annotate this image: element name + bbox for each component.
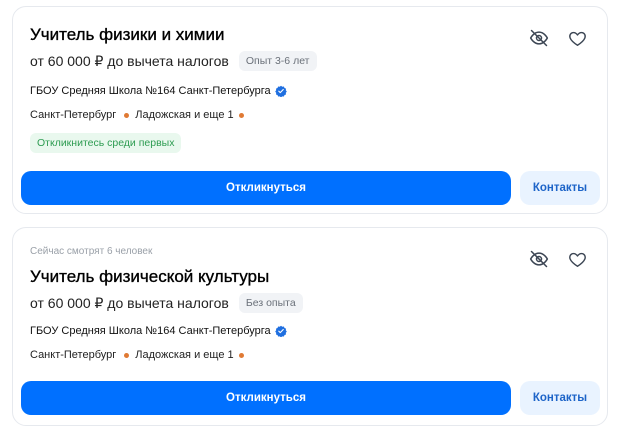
city: Санкт-Петербург [30, 349, 117, 361]
heart-icon[interactable] [566, 27, 588, 49]
metro-dot-icon [238, 352, 244, 358]
experience-badge: Опыт 3-6 лет [238, 51, 317, 71]
employer-name[interactable]: ГБОУ Средняя Школа №164 Санкт-Петербурга [30, 85, 271, 97]
salary-row: от 60 000 ₽ до вычета налогов Опыт 3-6 л… [30, 51, 317, 71]
verified-check-icon [274, 85, 287, 97]
location-row: Санкт-Петербург Ладожская и еще 1 [30, 349, 244, 361]
salary-row: от 60 000 ₽ до вычета налогов Без опыта [30, 293, 303, 313]
metro: Ладожская и еще 1 [135, 349, 234, 361]
apply-button[interactable]: Откликнуться [21, 171, 511, 205]
apply-early-badge: Откликнитесь среди первых [30, 133, 182, 153]
viewers-notice: Сейчас смотрят 6 человек [30, 246, 153, 257]
verified-check-icon [274, 325, 287, 337]
contacts-button[interactable]: Контакты [520, 381, 600, 415]
vacancy-title[interactable]: Учитель физической культуры [30, 267, 270, 287]
vacancy-title[interactable]: Учитель физики и химии [30, 25, 225, 45]
location-row: Санкт-Петербург Ладожская и еще 1 [30, 109, 244, 121]
employer-name[interactable]: ГБОУ Средняя Школа №164 Санкт-Петербурга [30, 325, 271, 337]
eye-off-icon[interactable] [528, 27, 550, 49]
salary: от 60 000 ₽ до вычета налогов [30, 52, 229, 69]
heart-icon[interactable] [566, 248, 588, 270]
experience-badge: Без опыта [238, 293, 303, 313]
eye-off-icon[interactable] [528, 248, 550, 270]
contacts-button[interactable]: Контакты [520, 171, 600, 205]
employer-row[interactable]: ГБОУ Средняя Школа №164 Санкт-Петербурга [30, 325, 287, 337]
metro: Ладожская и еще 1 [135, 109, 234, 121]
employer-row[interactable]: ГБОУ Средняя Школа №164 Санкт-Петербурга [30, 85, 287, 97]
metro-dot-icon [124, 352, 130, 358]
city: Санкт-Петербург [30, 109, 117, 121]
vacancy-card[interactable]: Сейчас смотрят 6 человек Учитель физичес… [12, 227, 608, 426]
apply-button[interactable]: Откликнуться [21, 381, 511, 415]
metro-dot-icon [124, 112, 130, 118]
vacancy-card[interactable]: Учитель физики и химии от 60 000 ₽ до вы… [12, 6, 608, 214]
salary: от 60 000 ₽ до вычета налогов [30, 294, 229, 311]
metro-dot-icon [238, 112, 244, 118]
